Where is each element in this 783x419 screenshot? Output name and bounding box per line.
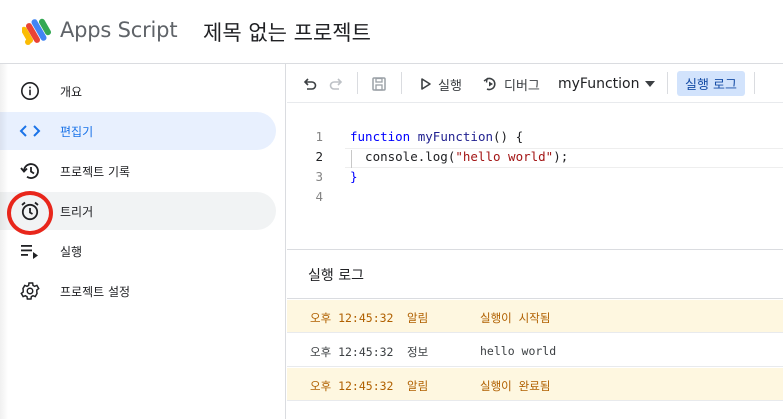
log-row: 오후 12:45:32 알림 실행이 시작됨 bbox=[287, 300, 783, 333]
log-title: 실행 로그 bbox=[308, 268, 364, 284]
sidebar-item-label: 프로젝트 설정 bbox=[60, 285, 131, 299]
code-icon bbox=[18, 120, 42, 142]
sidebar-item-label: 개요 bbox=[60, 85, 83, 99]
project-title[interactable]: 제목 없는 프로젝트 bbox=[203, 17, 371, 47]
sidebar-item-editor[interactable]: 편집기 bbox=[0, 112, 276, 150]
undo-icon bbox=[303, 78, 317, 90]
log-message: 실행이 시작됨 bbox=[480, 311, 551, 325]
code-text: } bbox=[350, 169, 358, 184]
debug-button[interactable]: 디버그 bbox=[482, 72, 540, 96]
line-number: 3 bbox=[315, 169, 323, 184]
redo-button[interactable] bbox=[329, 72, 345, 96]
log-message: 실행이 완료됨 bbox=[480, 379, 551, 393]
function-select-value: myFunction bbox=[558, 76, 640, 92]
log-time: 오후 12:45:32 bbox=[310, 379, 394, 393]
code-line: 3 } bbox=[287, 169, 783, 189]
sidebar-item-executions[interactable]: 실행 bbox=[0, 232, 276, 270]
toolbar-divider bbox=[667, 72, 668, 94]
sidebar-item-triggers[interactable]: 트리거 bbox=[0, 192, 276, 230]
sidebar-item-project-settings[interactable]: 프로젝트 설정 bbox=[0, 272, 276, 310]
editor-toolbar: 실행 디버그 myFunction 실행 로그 bbox=[287, 64, 783, 103]
run-button[interactable]: 실행 bbox=[420, 72, 462, 96]
log-message: hello world bbox=[480, 344, 557, 358]
save-icon bbox=[372, 77, 386, 91]
code-editor[interactable]: 1 function myFunction() { 2 console.log(… bbox=[287, 104, 783, 250]
save-button[interactable] bbox=[371, 72, 387, 96]
log-time: 오후 12:45:32 bbox=[310, 345, 394, 359]
log-row: 오후 12:45:32 정보 hello world bbox=[287, 334, 783, 367]
sidebar-item-label: 프로젝트 기록 bbox=[60, 165, 131, 179]
code-text: console.log("hello world"); bbox=[350, 149, 569, 164]
log-row: 오후 12:45:32 알림 실행이 완료됨 bbox=[287, 368, 783, 401]
toolbar-divider bbox=[401, 72, 402, 94]
debug-label: 디버그 bbox=[504, 78, 540, 94]
history-icon bbox=[18, 160, 42, 182]
function-select[interactable]: myFunction bbox=[558, 72, 656, 96]
code-line: 2 console.log("hello world"); bbox=[287, 149, 783, 169]
redo-icon bbox=[329, 78, 343, 90]
toolbar-divider bbox=[754, 72, 755, 94]
execution-log-toggle[interactable]: 실행 로그 bbox=[677, 71, 745, 96]
code-line: 4 bbox=[287, 189, 783, 209]
app-header: Apps Script 제목 없는 프로젝트 bbox=[0, 0, 783, 64]
log-level: 알림 bbox=[407, 311, 429, 325]
sidebar-item-label: 실행 bbox=[60, 245, 83, 259]
execution-log-panel: 실행 로그 오후 12:45:32 알림 실행이 시작됨 오후 12:45:32… bbox=[287, 251, 783, 419]
code-line: 1 function myFunction() { bbox=[287, 129, 783, 149]
log-time: 오후 12:45:32 bbox=[310, 311, 394, 325]
line-number: 1 bbox=[315, 129, 323, 144]
code-text: function myFunction() { bbox=[350, 129, 524, 144]
toolbar-divider bbox=[357, 72, 358, 94]
play-icon bbox=[421, 78, 431, 90]
debug-icon bbox=[483, 77, 496, 91]
sidebar-item-project-history[interactable]: 프로젝트 기록 bbox=[0, 152, 276, 190]
alarm-clock-icon bbox=[18, 200, 42, 222]
run-label: 실행 bbox=[438, 78, 462, 94]
indent-guide bbox=[351, 150, 352, 168]
info-icon bbox=[18, 80, 42, 102]
gear-icon bbox=[18, 280, 42, 302]
log-level: 알림 bbox=[407, 379, 429, 393]
sidebar-item-overview[interactable]: 개요 bbox=[0, 72, 276, 110]
line-number: 2 bbox=[315, 149, 323, 164]
sidebar-item-label: 트리거 bbox=[60, 205, 94, 219]
app-name[interactable]: Apps Script bbox=[60, 18, 178, 42]
sidebar-item-label: 편집기 bbox=[60, 125, 94, 139]
executions-icon bbox=[18, 240, 42, 262]
line-number: 4 bbox=[315, 189, 323, 204]
sidebar: 개요 편집기 프로젝트 기록 트리거 실행 프로젝트 설정 bbox=[0, 64, 286, 419]
log-level: 정보 bbox=[407, 345, 429, 359]
undo-button[interactable] bbox=[301, 72, 317, 96]
apps-script-logo[interactable] bbox=[21, 16, 52, 48]
log-divider bbox=[287, 298, 783, 299]
caret-down-icon bbox=[645, 81, 656, 87]
